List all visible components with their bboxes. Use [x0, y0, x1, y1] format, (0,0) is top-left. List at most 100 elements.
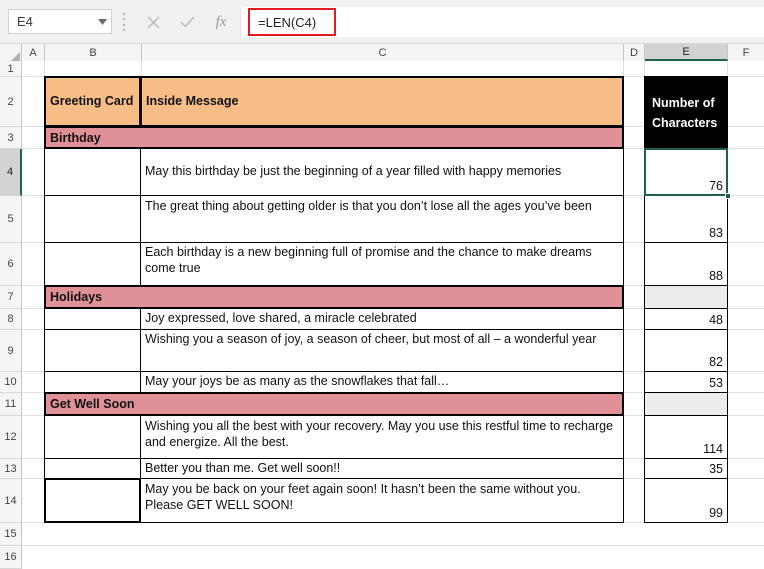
cell-c12-text: Wishing you all the best with your recov… [145, 419, 617, 449]
cell-e5-count[interactable]: 83 [644, 195, 728, 243]
row-header-3[interactable]: 3 [0, 127, 22, 149]
spreadsheet-grid: A B C D E F 1 2 3 4 5 6 7 8 9 10 11 12 1… [0, 44, 764, 569]
cell-e11-blank[interactable] [644, 392, 728, 416]
column-header-a[interactable]: A [22, 44, 45, 61]
cell-b4[interactable] [44, 148, 141, 196]
cell-c9-message[interactable]: Wishing you a season of joy, a season of… [140, 329, 624, 372]
cell-e14-value: 99 [709, 506, 723, 520]
cell-c6-message[interactable]: Each birthday is a new beginning full of… [140, 242, 624, 286]
name-box[interactable]: E4 [8, 9, 112, 34]
cell-b9[interactable] [44, 329, 141, 372]
cell-b10[interactable] [44, 371, 141, 393]
cell-b14[interactable] [44, 478, 141, 523]
cell-c9-text: Wishing you a season of joy, a season of… [145, 332, 597, 346]
cell-c6-text: Each birthday is a new beginning full of… [145, 245, 596, 275]
cell-c2-text: Inside Message [146, 94, 239, 108]
cell-c10-text: May your joys be as many as the snowflak… [145, 374, 450, 388]
cell-b3-section-birthday[interactable]: Birthday [44, 126, 624, 149]
cell-b12[interactable] [44, 415, 141, 459]
cell-e2-text: Number of Characters [652, 96, 718, 130]
cell-e12-value: 114 [703, 442, 723, 456]
formula-text: =LEN(C4) [258, 14, 317, 30]
row-header-2[interactable]: 2 [0, 77, 22, 127]
cell-e8-count[interactable]: 48 [644, 308, 728, 330]
cell-b8[interactable] [44, 308, 141, 330]
row-header-1[interactable]: 1 [0, 61, 22, 77]
row-header-14[interactable]: 14 [0, 479, 22, 523]
chevron-down-icon[interactable] [93, 10, 111, 33]
row-header-8[interactable]: 8 [0, 309, 22, 330]
cell-c10-message[interactable]: May your joys be as many as the snowflak… [140, 371, 624, 393]
cell-c4-message[interactable]: May this birthday be just the beginning … [140, 148, 624, 196]
name-box-value: E4 [17, 14, 33, 29]
cell-b5[interactable] [44, 195, 141, 243]
cell-b2-greeting-card[interactable]: Greeting Card [44, 76, 141, 127]
cell-e6-value: 88 [709, 269, 723, 283]
fx-icon[interactable]: fx [208, 9, 234, 35]
row-header-6[interactable]: 6 [0, 243, 22, 286]
formula-bar-area: E4 fx =LEN(C4) [0, 0, 764, 44]
cell-e9-value: 82 [709, 355, 723, 369]
cell-b2-text: Greeting Card [50, 94, 134, 108]
section-title-get-well-soon: Get Well Soon [50, 397, 135, 411]
cell-b6[interactable] [44, 242, 141, 286]
row-header-column: 1 2 3 4 5 6 7 8 9 10 11 12 13 14 15 16 [0, 61, 22, 569]
formula-bar-divider [122, 13, 126, 31]
cell-e13-value: 35 [709, 462, 723, 476]
row-header-11[interactable]: 11 [0, 393, 22, 416]
cell-c14-message[interactable]: May you be back on your feet again soon!… [140, 478, 624, 523]
cell-e4-value: 76 [709, 179, 723, 193]
cell-e7-blank[interactable] [644, 285, 728, 309]
cell-b13[interactable] [44, 458, 141, 479]
cell-b11-section-get-well-soon[interactable]: Get Well Soon [44, 392, 624, 416]
cell-e4-count[interactable]: 76 [644, 148, 728, 196]
sheet-body: Greeting Card Inside Message Number of C… [22, 61, 764, 546]
row-header-13[interactable]: 13 [0, 459, 22, 479]
row-header-15[interactable]: 15 [0, 523, 22, 546]
column-header-d[interactable]: D [624, 44, 645, 61]
cell-c2-inside-message[interactable]: Inside Message [140, 76, 624, 127]
formula-highlight-box: =LEN(C4) [248, 8, 336, 36]
cell-c14-text: May you be back on your feet again soon!… [145, 482, 585, 512]
column-header-row: A B C D E F [0, 44, 764, 61]
cell-e10-value: 53 [709, 376, 723, 390]
gridline [22, 545, 764, 546]
cell-e10-count[interactable]: 53 [644, 371, 728, 393]
row-header-9[interactable]: 9 [0, 330, 22, 372]
check-icon[interactable] [174, 9, 200, 35]
select-all-corner[interactable] [0, 44, 22, 61]
cell-c12-message[interactable]: Wishing you all the best with your recov… [140, 415, 624, 459]
cell-c13-text: Better you than me. Get well soon!! [145, 461, 341, 475]
row-header-12[interactable]: 12 [0, 416, 22, 459]
column-header-e[interactable]: E [645, 44, 728, 61]
fx-icon-label: fx [215, 13, 227, 30]
select-all-triangle-icon [11, 52, 20, 61]
cell-e9-count[interactable]: 82 [644, 329, 728, 372]
row-header-4[interactable]: 4 [0, 149, 22, 196]
row-header-5[interactable]: 5 [0, 196, 22, 243]
close-icon[interactable] [140, 9, 166, 35]
column-header-c[interactable]: C [142, 44, 624, 61]
fill-handle[interactable] [725, 193, 731, 199]
cell-e14-count[interactable]: 99 [644, 478, 728, 523]
cell-c5-message[interactable]: The great thing about getting older is t… [140, 195, 624, 243]
cell-e6-count[interactable]: 88 [644, 242, 728, 286]
cell-e2-number-of-characters[interactable]: Number of Characters [644, 76, 728, 149]
cell-e8-value: 48 [709, 313, 723, 327]
section-title-holidays: Holidays [50, 290, 103, 304]
row-header-10[interactable]: 10 [0, 372, 22, 393]
section-title-birthday: Birthday [50, 131, 101, 145]
cell-c13-message[interactable]: Better you than me. Get well soon!! [140, 458, 624, 479]
cell-b7-section-holidays[interactable]: Holidays [44, 285, 624, 309]
cell-c8-message[interactable]: Joy expressed, love shared, a miracle ce… [140, 308, 624, 330]
cell-e13-count[interactable]: 35 [644, 458, 728, 479]
cell-c8-text: Joy expressed, love shared, a miracle ce… [145, 311, 417, 325]
cell-c4-text: May this birthday be just the beginning … [145, 164, 562, 178]
column-header-b[interactable]: B [45, 44, 142, 61]
cell-e12-count[interactable]: 114 [644, 415, 728, 459]
cell-c5-text: The great thing about getting older is t… [145, 199, 592, 213]
cell-e5-value: 83 [709, 226, 723, 240]
column-header-f[interactable]: F [728, 44, 764, 61]
row-header-7[interactable]: 7 [0, 286, 22, 309]
row-header-16[interactable]: 16 [0, 546, 22, 569]
